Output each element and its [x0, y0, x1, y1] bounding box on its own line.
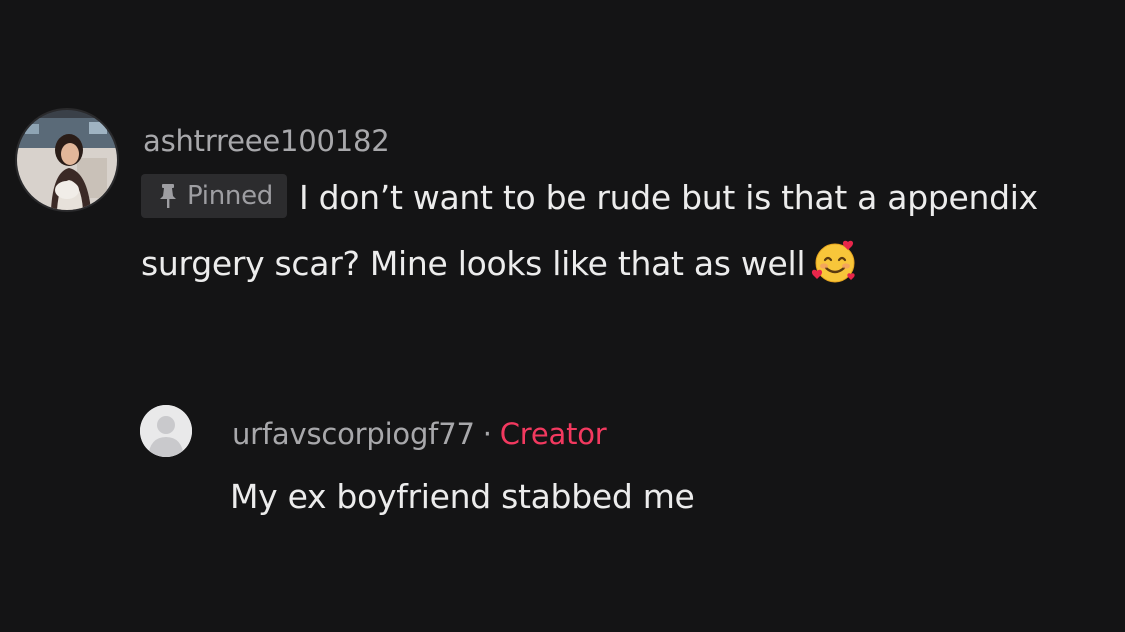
pin-icon: [160, 183, 176, 208]
default-avatar-icon: [140, 405, 192, 457]
comment-body: Pinned I don’t want to be rude but is th…: [141, 165, 1106, 297]
reply-text: My ex boyfriend stabbed me: [230, 477, 695, 516]
creator-badge: Creator: [499, 417, 607, 451]
comments-screen: ashtrreee100182 Pinned I don’t want to b…: [0, 0, 1125, 632]
comment-author[interactable]: ashtrreee100182: [143, 124, 390, 158]
avatar[interactable]: [140, 405, 192, 457]
avatar[interactable]: [15, 108, 119, 212]
pinned-label: Pinned: [187, 180, 273, 211]
reply-header: urfavscorpiogf77 · Creator: [232, 417, 607, 451]
reply-author[interactable]: urfavscorpiogf77: [232, 417, 475, 451]
avatar-photo-icon: [17, 110, 117, 210]
pinned-badge: Pinned: [141, 173, 287, 218]
smiling-face-with-hearts-icon: [812, 240, 855, 282]
separator-dot: ·: [482, 417, 492, 451]
